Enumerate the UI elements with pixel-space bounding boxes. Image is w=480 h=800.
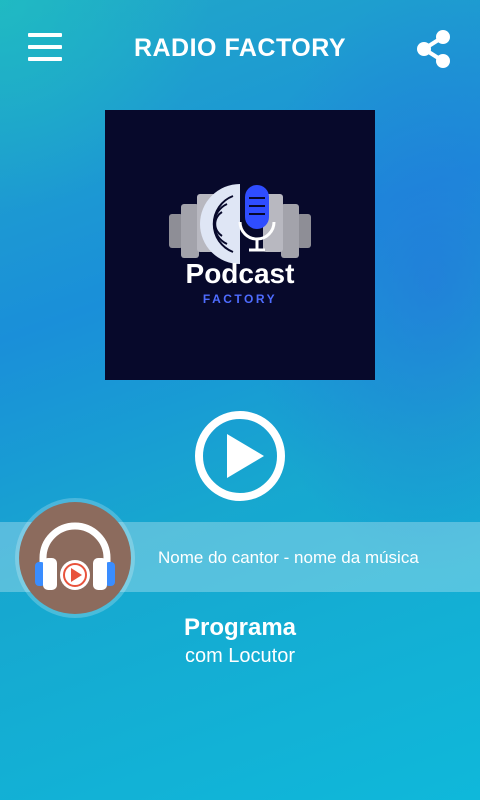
program-name: Programa <box>183 614 297 641</box>
cover-subtitle: FACTORY <box>202 292 278 306</box>
podcast-cover-art: Podcast FACTORY <box>105 110 375 380</box>
station-avatar <box>19 502 131 614</box>
share-icon[interactable] <box>414 28 454 70</box>
play-button[interactable] <box>194 410 286 502</box>
now-playing-text: Nome do cantor - nome da música <box>158 548 419 567</box>
play-icon <box>195 411 285 501</box>
podcast-logo-icon <box>169 184 311 264</box>
top-bar: RADIO FACTORY <box>0 0 480 100</box>
app-title: RADIO FACTORY <box>133 34 347 62</box>
program-host: com Locutor <box>184 645 296 667</box>
cover-title: Podcast <box>185 258 295 289</box>
headphones-play-icon <box>35 522 115 590</box>
